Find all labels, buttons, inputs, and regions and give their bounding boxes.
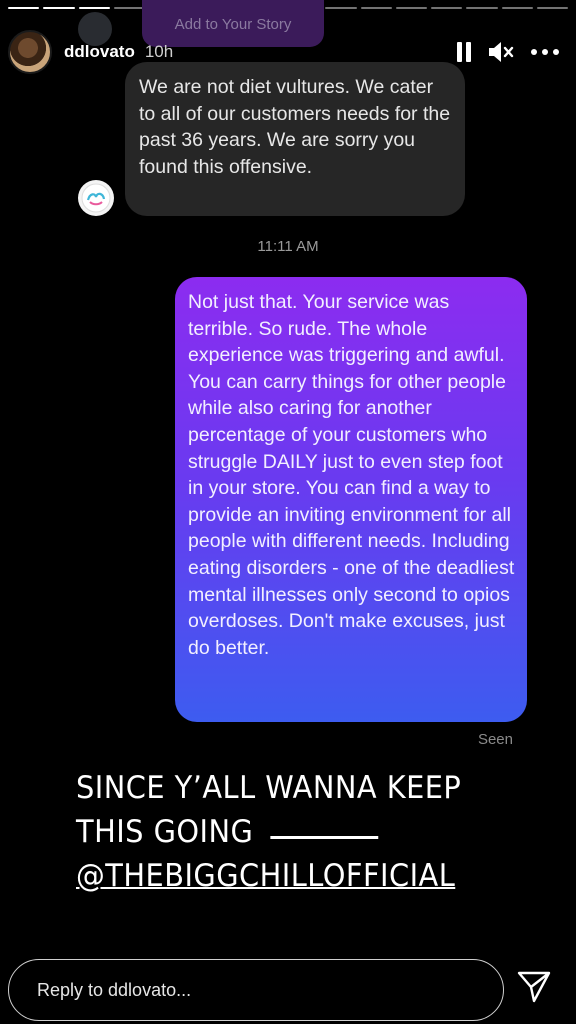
time-ago: 10h	[144, 42, 174, 61]
username[interactable]: ddlovato	[64, 42, 135, 62]
progress-segment	[466, 7, 498, 9]
avatar[interactable]	[8, 30, 52, 74]
progress-segment	[113, 7, 145, 9]
more-icon[interactable]	[530, 48, 560, 56]
overlay-line-2: THIS GOING	[76, 814, 254, 850]
reply-placeholder: Reply to ddlovato...	[37, 979, 192, 1000]
progress-segment	[395, 7, 427, 9]
send-icon	[516, 970, 552, 1009]
outgoing-message-text: Not just that. Your service was terrible…	[188, 291, 515, 659]
overlay-line-2-wrap: THIS GOING	[76, 810, 513, 854]
pause-icon[interactable]	[456, 41, 472, 63]
story-controls	[456, 41, 560, 63]
progress-segment	[8, 7, 40, 9]
overlay-line-1: SINCE Y’ALL WANNA KEEP	[76, 770, 462, 806]
progress-segment	[78, 7, 110, 9]
shop-avatar	[78, 180, 114, 216]
story-text-overlay: SINCE Y’ALL WANNA KEEP THIS GOING @THEBI…	[76, 766, 513, 898]
progress-segment	[43, 7, 75, 9]
progress-segment	[325, 7, 357, 9]
reply-input[interactable]: Reply to ddlovato...	[8, 959, 504, 1021]
progress-segment	[501, 7, 533, 9]
incoming-message-bubble: We are not diet vultures. We cater to al…	[125, 62, 465, 216]
progress-segment	[360, 7, 392, 9]
overlay-underline-blank	[270, 836, 378, 839]
outgoing-message-bubble: Not just that. Your service was terrible…	[175, 277, 527, 722]
send-button[interactable]	[512, 969, 556, 1009]
mute-icon[interactable]	[488, 41, 514, 63]
seen-indicator: Seen	[477, 731, 513, 748]
progress-segment	[431, 7, 463, 9]
message-timestamp: 11:11 AM	[257, 238, 319, 255]
mention-link[interactable]: @THEBIGGCHILLOFFICIAL	[76, 854, 513, 898]
incoming-message-text: We are not diet vultures. We cater to al…	[139, 76, 451, 178]
progress-segment	[536, 7, 568, 9]
